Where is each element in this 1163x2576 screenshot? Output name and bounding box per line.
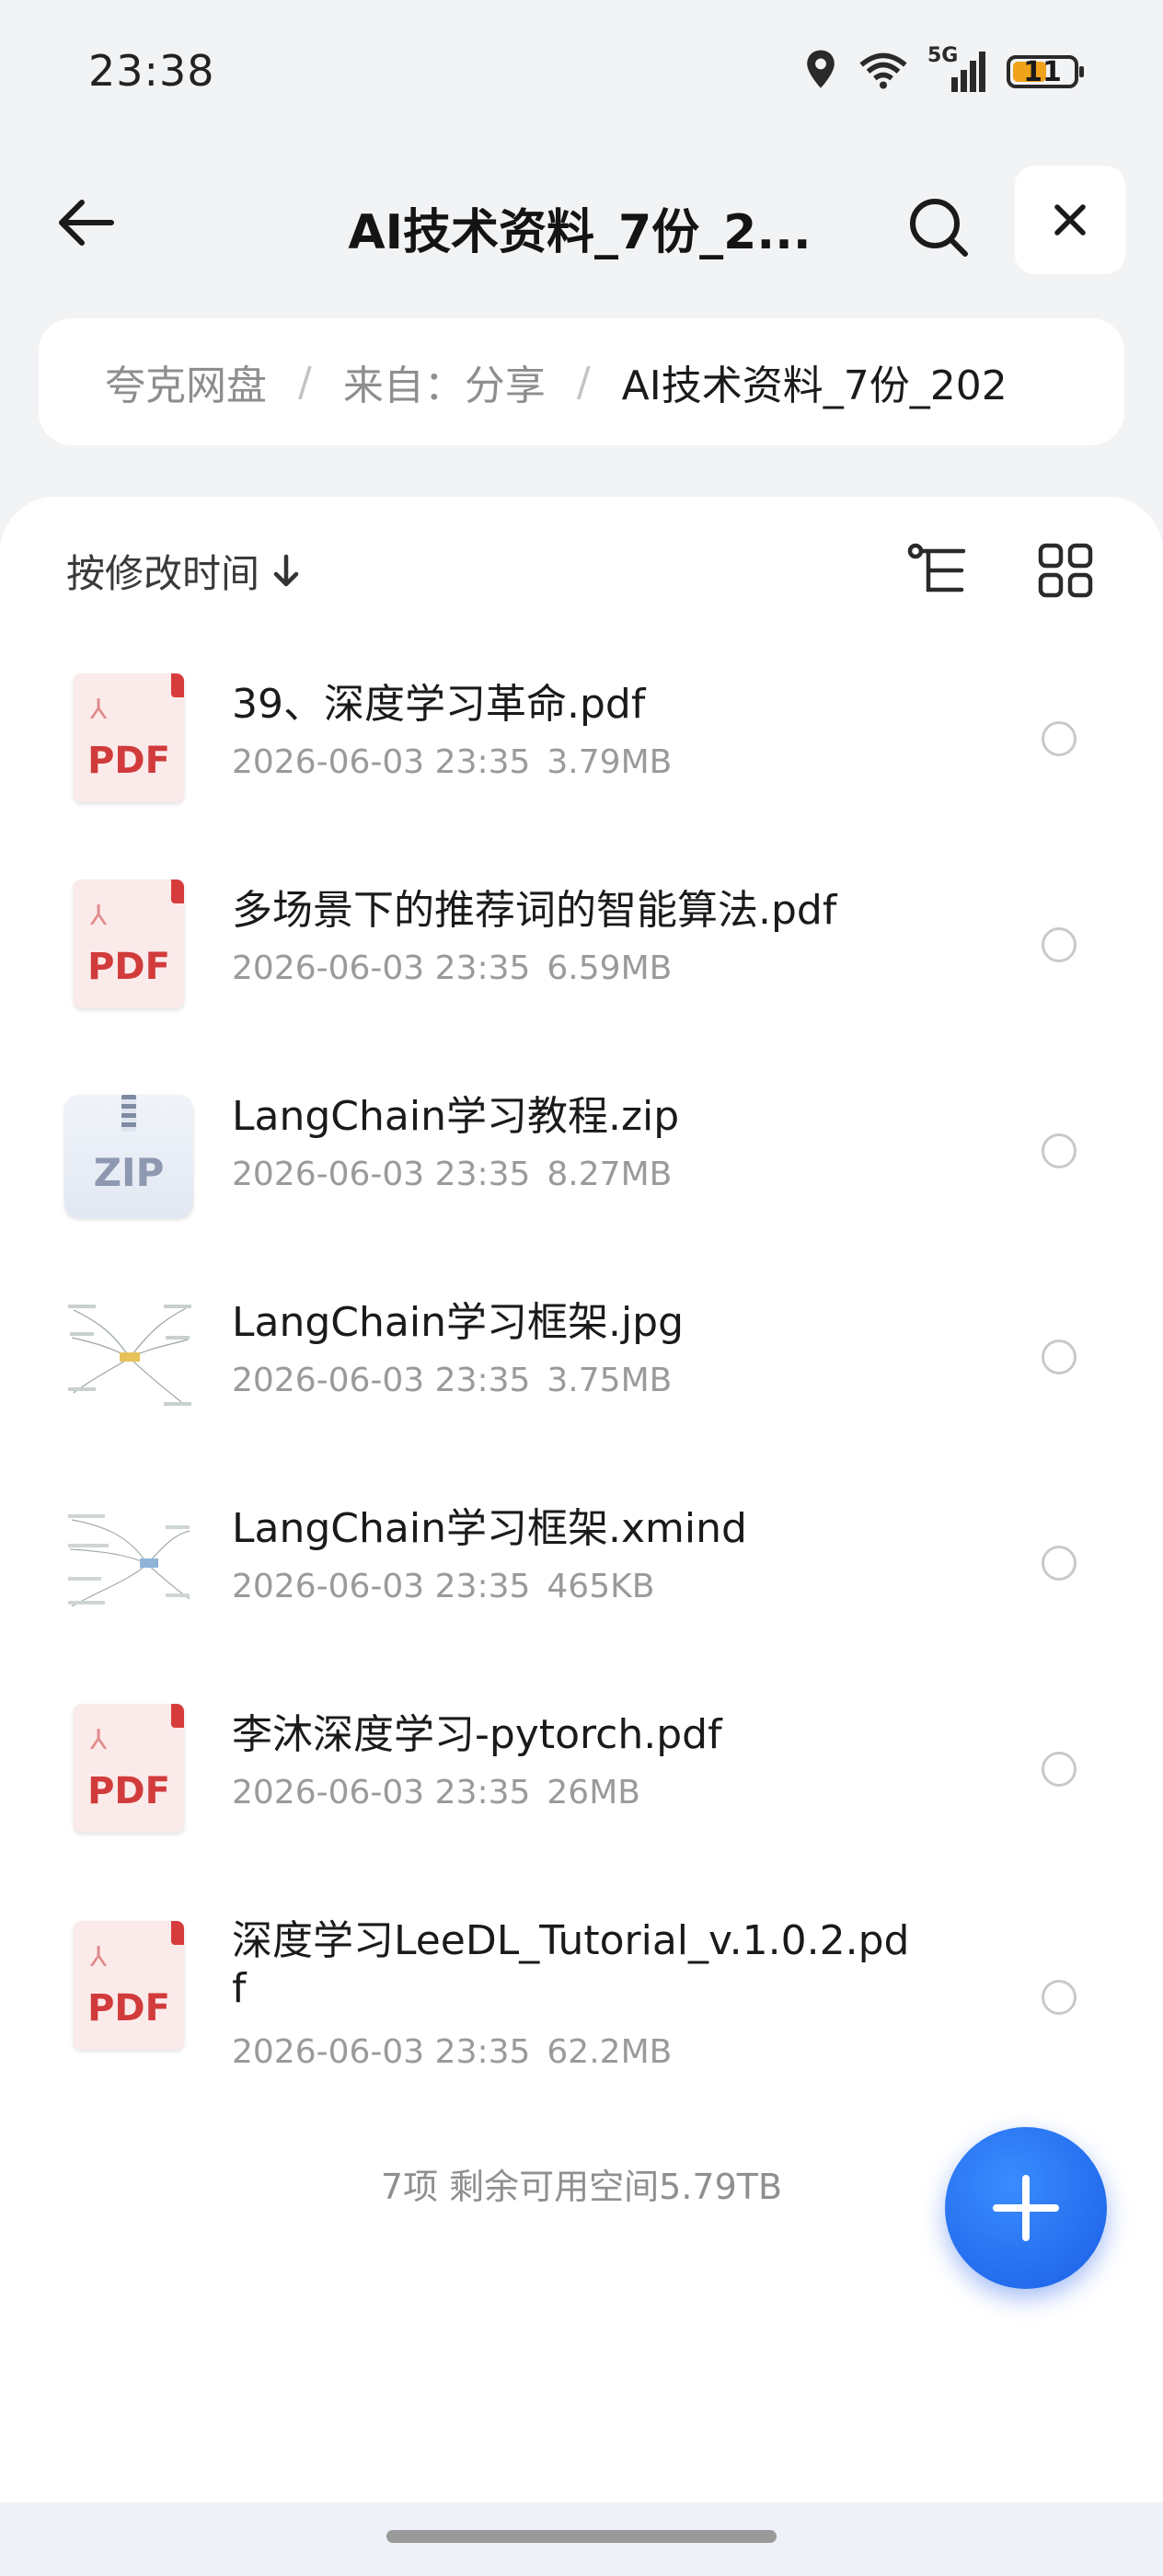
breadcrumb: 夸克网盘 / 来自：分享 / AI技术资料_7份_202 <box>39 318 1124 445</box>
file-meta: 2026-06-03 23:35 6.59MB <box>232 949 672 987</box>
thumb-label: PDF <box>87 1987 170 2030</box>
select-radio[interactable] <box>1042 927 1077 962</box>
file-meta: 2026-06-03 23:35 3.75MB <box>232 1362 672 1399</box>
file-name: 39、深度学习革命.pdf <box>232 681 646 728</box>
arrow-down-icon <box>273 554 299 586</box>
breadcrumb-item-current: AI技术资料_7份_202 <box>621 362 1008 409</box>
battery-level: 11 <box>1023 56 1062 88</box>
breadcrumb-item-root[interactable]: 夸克网盘 <box>105 352 267 411</box>
breadcrumb-separator: / <box>576 358 591 406</box>
zip-file-icon: ZIP <box>64 1086 195 1218</box>
thumb-label: PDF <box>87 946 170 988</box>
file-size: 3.75MB <box>547 1362 673 1399</box>
search-icon <box>910 199 968 257</box>
file-date: 2026-06-03 23:35 <box>232 1774 531 1811</box>
close-icon <box>1054 204 1086 236</box>
file-meta: 2026-06-03 23:35 465KB <box>232 1568 654 1605</box>
file-name: 李沐深度学习-pytorch.pdf <box>232 1711 722 1758</box>
file-size: 26MB <box>547 1774 640 1811</box>
file-name: LangChain学习教程.zip <box>232 1093 680 1140</box>
header: AI技术资料_7份_2... <box>0 166 1163 276</box>
search-button[interactable] <box>897 186 980 269</box>
tree-view-button[interactable] <box>902 534 975 607</box>
file-meta: 2026-06-03 23:35 3.79MB <box>232 743 672 781</box>
select-radio[interactable] <box>1042 721 1077 756</box>
file-name: LangChain学习框架.xmind <box>232 1505 747 1552</box>
file-name: LangChain学习框架.jpg <box>232 1299 685 1346</box>
breadcrumb-separator: / <box>298 358 312 406</box>
pdf-file-icon: ⅄ PDF <box>64 880 195 1012</box>
file-row[interactable]: ⅄ PDF 39、深度学习革命.pdf 2026-06-03 23:35 3.79M… <box>0 635 1163 841</box>
file-meta: 2026-06-03 23:35 62.2MB <box>232 2033 672 2071</box>
file-row[interactable]: LangChain学习框架.jpg 2026-06-03 23:35 3.75MB <box>0 1253 1163 1459</box>
file-size: 8.27MB <box>547 1156 673 1193</box>
file-date: 2026-06-03 23:35 <box>232 1568 531 1605</box>
file-row[interactable]: LangChain学习框架.xmind 2026-06-03 23:35 465K… <box>0 1459 1163 1665</box>
select-radio[interactable] <box>1042 1980 1077 2015</box>
arrow-left-icon <box>59 200 114 246</box>
pdf-file-icon: ⅄ PDF <box>64 673 195 806</box>
close-button[interactable] <box>1015 166 1125 274</box>
file-list: ⅄ PDF 39、深度学习革命.pdf 2026-06-03 23:35 3.79M… <box>0 635 1163 2098</box>
file-row[interactable]: ⅄ PDF 深度学习LeeDL_Tutorial_v.1.0.2.pdf 2026… <box>0 1871 1163 2098</box>
file-size: 465KB <box>547 1568 655 1605</box>
page-title: AI技术资料_7份_2... <box>348 205 812 260</box>
file-row[interactable]: ZIP LangChain学习教程.zip 2026-06-03 23:35 8.… <box>0 1047 1163 1253</box>
select-radio[interactable] <box>1042 1340 1077 1374</box>
grid-icon <box>1038 543 1093 598</box>
file-row[interactable]: ⅄ PDF 李沐深度学习-pytorch.pdf 2026-06-03 23:35… <box>0 1665 1163 1871</box>
thumb-label: PDF <box>87 1770 170 1812</box>
status-time: 23:38 <box>88 46 215 96</box>
status-icons: 5G 11 <box>802 44 1084 96</box>
file-date: 2026-06-03 23:35 <box>232 743 531 781</box>
mindmap-image-icon <box>64 1292 195 1424</box>
add-button[interactable] <box>945 2127 1107 2289</box>
pdf-file-icon: ⅄ PDF <box>64 1921 195 2053</box>
navigation-bar <box>0 2504 1163 2576</box>
file-name: 深度学习LeeDL_Tutorial_v.1.0.2.pdf <box>232 1917 910 2012</box>
file-meta: 2026-06-03 23:35 8.27MB <box>232 1156 672 1193</box>
breadcrumb-item-share[interactable]: 来自：分享 <box>343 352 546 411</box>
sort-button[interactable]: 按修改时间 <box>66 543 302 599</box>
pdf-file-icon: ⅄ PDF <box>64 1704 195 1836</box>
mindmap-file-icon <box>64 1498 195 1630</box>
tree-icon <box>907 543 966 592</box>
back-button[interactable] <box>48 186 121 259</box>
file-date: 2026-06-03 23:35 <box>232 2033 531 2071</box>
select-radio[interactable] <box>1042 1752 1077 1787</box>
select-radio[interactable] <box>1042 1546 1077 1581</box>
file-size: 6.59MB <box>547 949 673 987</box>
file-name: 多场景下的推荐词的智能算法.pdf <box>232 887 837 934</box>
location-icon <box>802 49 839 95</box>
thumb-label: ZIP <box>93 1150 165 1195</box>
file-size: 62.2MB <box>547 2033 673 2071</box>
image-thumbnail <box>64 1292 195 1424</box>
cellular-5g-icon: 5G <box>927 44 988 94</box>
select-radio[interactable] <box>1042 1133 1077 1168</box>
home-indicator[interactable] <box>386 2530 777 2543</box>
file-meta: 2026-06-03 23:35 26MB <box>232 1774 640 1811</box>
sort-label: 按修改时间 <box>66 551 260 596</box>
battery-icon: 11 <box>1007 55 1084 88</box>
file-row[interactable]: ⅄ PDF 多场景下的推荐词的智能算法.pdf 2026-06-03 23:35 6… <box>0 841 1163 1047</box>
status-bar: 23:38 5G 11 <box>0 0 1163 147</box>
file-date: 2026-06-03 23:35 <box>232 949 531 987</box>
thumb-label: PDF <box>87 740 170 782</box>
grid-view-button[interactable] <box>1029 534 1102 607</box>
plus-icon <box>993 2175 1059 2241</box>
wifi-icon <box>858 50 909 94</box>
file-date: 2026-06-03 23:35 <box>232 1362 531 1399</box>
file-size: 3.79MB <box>547 743 673 781</box>
xmind-thumbnail <box>64 1498 195 1630</box>
file-date: 2026-06-03 23:35 <box>232 1156 531 1193</box>
